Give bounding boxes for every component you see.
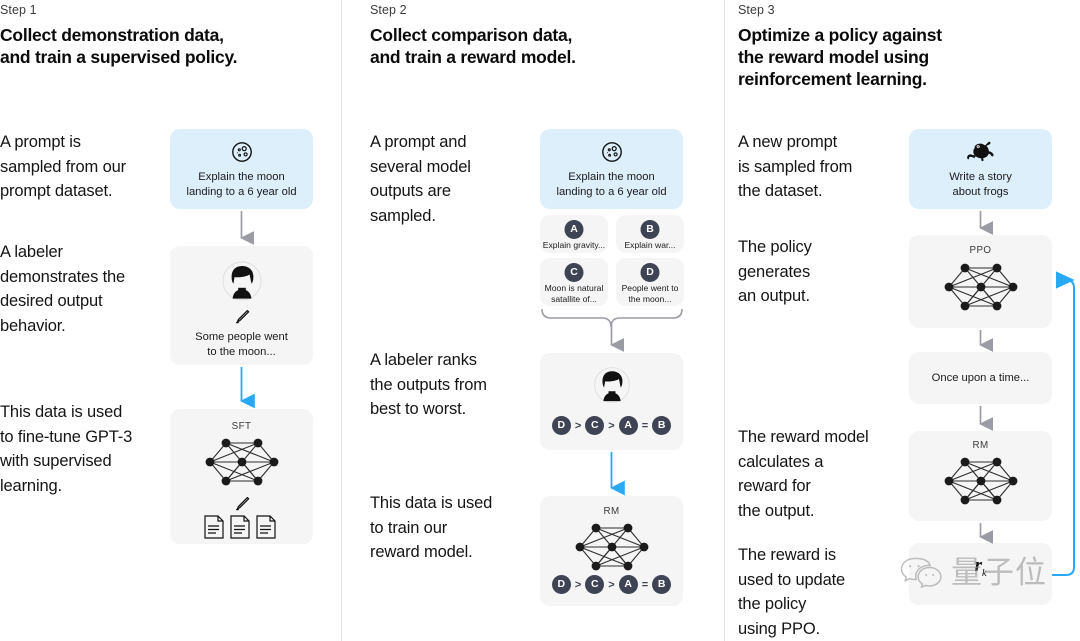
step-3-prompt-card[interactable]: Write a story about frogs [909, 129, 1052, 209]
option-card-a[interactable]: A Explain gravity... [540, 215, 608, 253]
neural-network-icon [942, 259, 1020, 315]
step-1-column: Step 1 Collect demonstration data, and t… [0, 0, 341, 641]
step-1-title-line-1: Collect demonstration data, [0, 25, 224, 45]
step-1-caption-1: A prompt is sampled from our prompt data… [0, 133, 126, 200]
labeler-avatar-icon [218, 257, 266, 305]
labeler-avatar-icon [590, 363, 634, 407]
rank-operator-3: = [641, 419, 649, 432]
step-2-caption-1: A prompt and several model outputs are s… [370, 133, 471, 225]
step-3-ppo-card[interactable]: PPO [909, 235, 1052, 328]
badge-letter-a: A [564, 220, 584, 239]
badge-letter-c: C [564, 263, 584, 282]
option-card-d[interactable]: D People went to the moon... [616, 258, 684, 306]
step-2-ranking-card[interactable]: D > C > A = B [540, 353, 683, 450]
step-1-title: Collect demonstration data, and train a … [0, 24, 330, 68]
rm-rank-badge-3: A [618, 575, 638, 594]
neural-network-icon [573, 519, 651, 575]
moon-icon [230, 140, 254, 164]
wechat-bubbles-icon [899, 556, 945, 590]
step-3-title-line-1: Optimize a policy against [738, 25, 942, 45]
option-text-c: Moon is natural satallite of... [544, 283, 604, 304]
step-1-labeler-card[interactable]: Some people went to the moon... [170, 246, 313, 365]
step-3-output-card[interactable]: Once upon a time... [909, 352, 1052, 404]
step-2-prompt-text: Explain the moon landing to a 6 year old [556, 171, 667, 198]
sft-model-tag: SFT [231, 421, 252, 432]
step-1-prompt-card[interactable]: Explain the moon landing to a 6 year old [170, 129, 313, 209]
step-2-label: Step 2 [370, 3, 407, 17]
step-3-column: Step 3 Optimize a policy against the rew… [725, 0, 1080, 641]
step-2-title-line-1: Collect comparison data, [370, 25, 573, 45]
rank-badge-4: B [652, 416, 672, 435]
step-3-caption-3: The reward model calculates a reward for… [738, 428, 869, 520]
rm-rank-operator-2: > [608, 578, 615, 591]
option-text-d: People went to the moon... [621, 283, 679, 304]
step-2-caption-3: This data is used to train our reward mo… [370, 494, 493, 561]
step-2-prompt-card[interactable]: Explain the moon landing to a 6 year old [540, 129, 683, 209]
rm-model-tag: RM [603, 506, 620, 517]
rank-badge-3: A [618, 416, 638, 435]
step-1-demo-text: Some people went to the moon... [195, 331, 288, 358]
option-badge-a: A [564, 220, 584, 239]
step-3-title-line-2: the reward model using [738, 47, 929, 67]
watermark: 量子位 [899, 556, 1047, 590]
moon-icon [600, 140, 624, 164]
option-badge-b: B [640, 220, 660, 239]
step-2-column: Step 2 Collect comparison data, and trai… [342, 0, 724, 641]
step-1-caption-2: A labeler demonstrates the desired outpu… [0, 243, 126, 335]
step-1-title-line-2: and train a supervised policy. [0, 47, 238, 67]
arrow-reward-feedback-to-ppo [1052, 271, 1075, 576]
ppo-model-tag: PPO [969, 245, 992, 256]
rank-operator-1: > [574, 419, 582, 432]
step-3-title: Optimize a policy against the reward mod… [738, 24, 1080, 90]
step-2-caption-2: A labeler ranks the outputs from best to… [370, 351, 487, 418]
rm-model-tag: RM [972, 440, 989, 451]
option-text-b: Explain war... [624, 240, 676, 250]
step-3-label: Step 3 [738, 3, 775, 17]
merge-brace [541, 308, 683, 328]
option-badge-d: D [640, 263, 660, 282]
frog-icon [966, 140, 996, 162]
option-text-a: Explain gravity... [542, 240, 606, 250]
rm-rank-badge-2: C [585, 575, 605, 594]
step-3-title-line-3: reinforcement learning. [738, 69, 927, 89]
rm-rank-operator-3: = [641, 578, 649, 591]
rm-rank-badge-1: D [551, 575, 571, 594]
step-3-caption-2: The policy generates an output. [738, 238, 812, 305]
rank-badge-1: D [551, 416, 571, 435]
step-1-sft-card[interactable]: SFT [170, 409, 313, 544]
option-card-b[interactable]: B Explain war... [616, 215, 684, 253]
step-3-caption-1: A new prompt is sampled from the dataset… [738, 133, 853, 200]
rank-operator-2: > [608, 419, 615, 432]
step-3-caption-4: The reward is used to update the policy … [738, 546, 846, 638]
badge-letter-d: D [640, 263, 660, 282]
diagram-canvas: Step 1 Collect demonstration data, and t… [0, 0, 1080, 641]
option-card-c[interactable]: C Moon is natural satallite of... [540, 258, 608, 306]
pencil-icon [233, 308, 251, 326]
watermark-text: 量子位 [951, 554, 1047, 591]
step-2-title-line-2: and train a reward model. [370, 47, 576, 67]
ranking-row-labeler: D > C > A = B [540, 416, 683, 435]
step-2-title: Collect comparison data, and train a rew… [370, 24, 710, 68]
ranking-row-rm: D > C > A = B [540, 575, 683, 594]
step-3-rm-card[interactable]: RM [909, 431, 1052, 521]
neural-network-icon [203, 434, 281, 490]
pencil-icon [233, 495, 251, 513]
step-2-reward-model-card[interactable]: RM D > C > A = B [540, 496, 683, 606]
step-1-prompt-text: Explain the moon landing to a 6 year old [186, 171, 297, 198]
rm-rank-badge-4: B [652, 575, 672, 594]
neural-network-icon [942, 453, 1020, 509]
step-3-prompt-text: Write a story about frogs [949, 171, 1012, 198]
rm-rank-operator-1: > [574, 578, 582, 591]
badge-letter-b: B [640, 220, 660, 239]
rank-badge-2: C [585, 416, 605, 435]
documents-icon [203, 515, 280, 539]
step-3-output-text: Once upon a time... [931, 372, 1030, 384]
step-1-caption-3: This data is used to fine-tune GPT-3 wit… [0, 403, 133, 495]
step-1-label: Step 1 [0, 3, 37, 17]
option-badge-c: C [564, 263, 584, 282]
